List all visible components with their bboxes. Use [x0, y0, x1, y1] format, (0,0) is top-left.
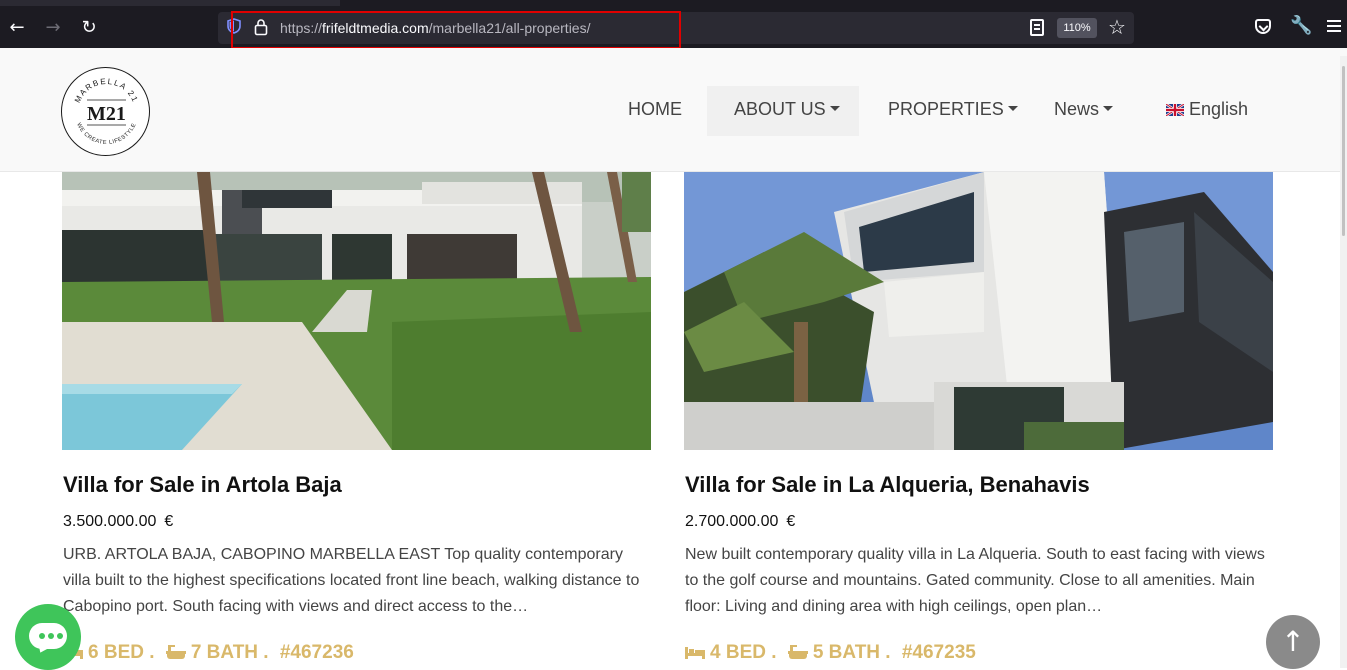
tab-strip	[0, 0, 1347, 8]
beds-count: 4 BED .	[710, 642, 777, 663]
bath-icon	[165, 645, 186, 659]
price-value: 3.500.000.00	[63, 513, 157, 530]
property-ref: #467236	[279, 642, 354, 663]
property-ref: #467235	[901, 642, 976, 663]
property-description: URB. ARTOLA BAJA, CABOPINO MARBELLA EAST…	[63, 546, 640, 615]
chat-button[interactable]	[15, 604, 81, 670]
beds-count: 6 BED .	[88, 642, 155, 663]
baths-count: 5 BATH .	[812, 642, 891, 663]
property-price: 3.500.000.00 €	[63, 513, 173, 531]
nav-news-label: News	[1054, 99, 1100, 119]
back-icon[interactable]: ←	[3, 14, 31, 42]
pocket-icon[interactable]	[1255, 19, 1271, 34]
bed-icon	[685, 647, 705, 659]
caret-down-icon	[829, 106, 840, 111]
uk-flag-icon	[1166, 104, 1184, 116]
property-image[interactable]	[684, 172, 1273, 450]
price-currency: €	[164, 513, 174, 530]
zoom-level-badge[interactable]: 110%	[1057, 18, 1097, 38]
nav-news[interactable]: News	[1054, 99, 1114, 120]
nav-about-label: ABOUT US	[734, 99, 826, 119]
villa-artola-photo	[62, 172, 651, 450]
url-highlight-box	[231, 11, 681, 49]
nav-home-label: HOME	[628, 99, 682, 119]
nav-about-us[interactable]: ABOUT US	[734, 99, 840, 120]
chat-dots	[39, 633, 45, 639]
baths-count: 7 BATH .	[190, 642, 269, 663]
active-tab-edge	[0, 0, 340, 6]
reader-view-icon[interactable]	[1030, 19, 1044, 36]
caret-down-icon	[1103, 106, 1114, 111]
property-title[interactable]: Villa for Sale in Artola Baja	[63, 472, 342, 498]
main-nav: HOME ABOUT US PROPERTIES News English	[0, 99, 1347, 125]
property-meta: 4 BED . 5 BATH . #467235	[685, 642, 976, 664]
caret-down-icon	[1007, 106, 1018, 111]
nav-language-label: English	[1189, 99, 1249, 119]
villa-alqueria-photo	[684, 172, 1273, 450]
property-meta: 6 BED . 7 BATH . #467236	[63, 642, 354, 664]
logo-bottom-text: WE CREATE LIFESTYLE	[75, 122, 138, 146]
property-description: New built contemporary quality villa in …	[685, 546, 1265, 615]
hamburger-menu-icon[interactable]	[1327, 20, 1341, 22]
reload-icon[interactable]: ↻	[75, 14, 103, 42]
wrench-icon[interactable]: 🔧	[1290, 15, 1312, 36]
nav-properties[interactable]: PROPERTIES	[888, 99, 1018, 120]
price-currency: €	[786, 513, 796, 530]
nav-home[interactable]: HOME	[628, 99, 682, 120]
property-image[interactable]	[62, 172, 651, 450]
site-header: MARBELLA 21 WE CREATE LIFESTYLE M21 HOME…	[0, 48, 1347, 172]
nav-language[interactable]: English	[1166, 99, 1248, 120]
chat-bubble-icon	[29, 623, 67, 649]
bath-icon	[787, 645, 808, 659]
scroll-to-top-button[interactable]: ↑	[1266, 615, 1320, 669]
bookmark-star-icon[interactable]: ☆	[1108, 15, 1126, 39]
nav-properties-label: PROPERTIES	[888, 99, 1004, 119]
property-title[interactable]: Villa for Sale in La Alqueria, Benahavis	[685, 472, 1090, 498]
forward-icon[interactable]: →	[39, 14, 67, 42]
page-scrollbar-thumb[interactable]	[1342, 66, 1345, 236]
arrow-up-icon: ↑	[1281, 625, 1305, 658]
price-value: 2.700.000.00	[685, 513, 779, 530]
property-price: 2.700.000.00 €	[685, 513, 795, 531]
